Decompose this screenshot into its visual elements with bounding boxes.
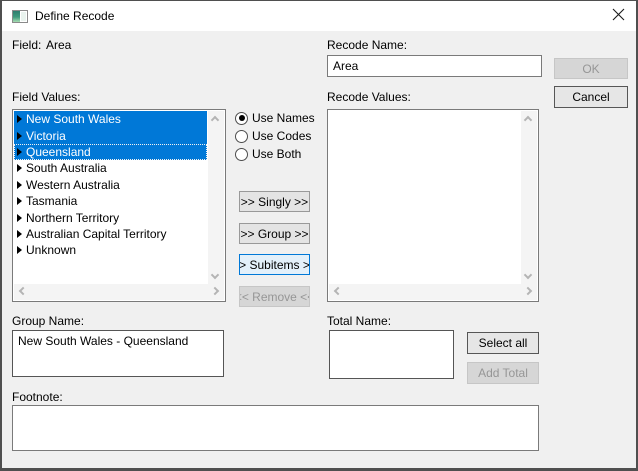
total-name-value [330, 331, 453, 337]
list-item-label: Victoria [26, 129, 66, 143]
recode-name-label: Recode Name: [327, 38, 407, 52]
field-label: Field: [12, 38, 41, 52]
singly-button[interactable]: >> Singly >> [239, 191, 310, 212]
radio-icon [235, 112, 248, 125]
horizontal-scrollbar[interactable] [329, 284, 537, 300]
scroll-up-icon [211, 116, 219, 124]
footnote-label: Footnote: [12, 390, 63, 404]
group-button[interactable]: >> Group >> [239, 223, 310, 244]
list-item-label: Australian Capital Territory [26, 227, 167, 241]
triangle-icon [17, 132, 22, 140]
radio-label: Use Codes [252, 129, 311, 143]
list-item-label: Unknown [26, 243, 76, 257]
ok-button[interactable]: OK [554, 58, 628, 79]
triangle-icon [17, 181, 22, 189]
footnote-input[interactable] [12, 405, 539, 451]
triangle-icon [17, 164, 22, 172]
group-name-value: New South Wales - Queensland [13, 331, 223, 351]
recode-values-listbox[interactable] [327, 109, 539, 302]
recode-values-label: Recode Values: [327, 90, 411, 104]
list-item[interactable]: Northern Territory [14, 209, 207, 225]
title-bar: Define Recode [2, 1, 636, 31]
group-name-input[interactable]: New South Wales - Queensland [12, 330, 224, 377]
list-item-label: Northern Territory [26, 211, 119, 225]
close-icon [612, 8, 625, 24]
list-item[interactable]: Western Australia [14, 177, 207, 193]
list-item-label: South Australia [26, 161, 107, 175]
radio-use-codes[interactable]: Use Codes [235, 127, 315, 145]
triangle-icon [17, 148, 22, 156]
list-item[interactable]: Unknown [14, 242, 207, 258]
scroll-right-icon [524, 287, 532, 295]
footnote-value [13, 406, 538, 412]
radio-icon [235, 148, 248, 161]
group-name-label: Group Name: [12, 314, 84, 328]
scroll-right-icon [211, 287, 219, 295]
list-item[interactable]: Victoria [14, 127, 207, 143]
field-values-listbox[interactable]: New South Wales Victoria Queensland South A… [12, 109, 226, 302]
list-item-label: New South Wales [26, 112, 121, 126]
list-item[interactable]: New South Wales [14, 111, 207, 127]
list-item[interactable]: South Australia [14, 160, 207, 176]
list-item-label: Queensland [26, 145, 91, 159]
list-item-label: Tasmania [26, 194, 77, 208]
field-value: Area [46, 38, 71, 52]
triangle-icon [17, 197, 22, 205]
triangle-icon [17, 230, 22, 238]
scroll-left-icon [334, 287, 342, 295]
radio-use-names[interactable]: Use Names [235, 109, 315, 127]
list-item[interactable]: Australian Capital Territory [14, 226, 207, 242]
total-name-label: Total Name: [327, 314, 391, 328]
recode-name-input[interactable] [327, 55, 542, 77]
add-total-button[interactable]: Add Total [467, 362, 539, 384]
subitems-button[interactable]: >> Subitems >> [239, 254, 310, 275]
remove-button[interactable]: << Remove << [239, 286, 310, 307]
horizontal-scrollbar[interactable] [14, 284, 224, 300]
scroll-down-icon [211, 271, 219, 279]
list-item[interactable]: Tasmania [14, 193, 207, 209]
triangle-icon [17, 246, 22, 254]
radio-group: Use Names Use Codes Use Both [235, 109, 315, 163]
scroll-up-icon [524, 116, 532, 124]
vertical-scrollbar[interactable] [521, 111, 537, 284]
cancel-button[interactable]: Cancel [554, 86, 628, 108]
scroll-left-icon [19, 287, 27, 295]
triangle-icon [17, 115, 22, 123]
close-button[interactable] [600, 1, 636, 31]
total-name-input[interactable] [329, 330, 454, 379]
define-recode-dialog: Define Recode Field: Area Recode Name: O… [0, 0, 638, 471]
radio-label: Use Names [252, 111, 315, 125]
radio-icon [235, 130, 248, 143]
list-item-label: Western Australia [26, 178, 120, 192]
triangle-icon [17, 214, 22, 222]
radio-label: Use Both [252, 147, 301, 161]
select-all-button[interactable]: Select all [467, 332, 539, 354]
field-values-label: Field Values: [12, 90, 80, 104]
radio-use-both[interactable]: Use Both [235, 145, 315, 163]
app-icon [12, 10, 28, 23]
list-item[interactable]: Queensland [14, 144, 207, 160]
window-title: Define Recode [35, 1, 114, 31]
vertical-scrollbar[interactable] [208, 111, 224, 284]
field-values-list: New South Wales Victoria Queensland South A… [14, 111, 207, 259]
scroll-down-icon [524, 271, 532, 279]
